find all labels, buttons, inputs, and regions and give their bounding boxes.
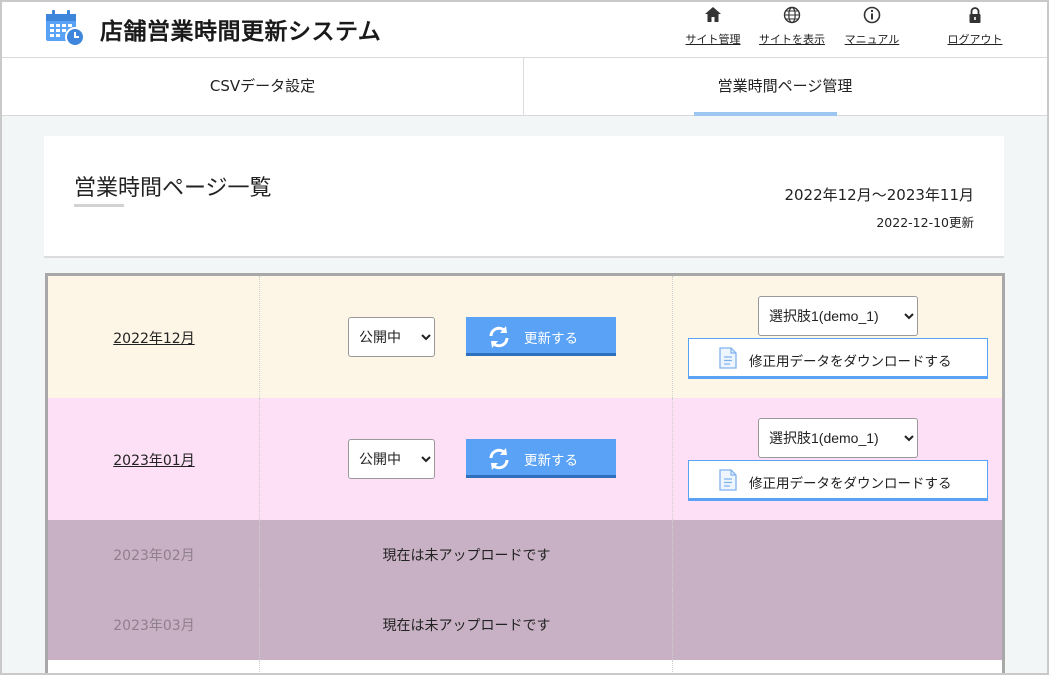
document-icon	[719, 469, 737, 491]
nav-site-admin[interactable]: サイト管理	[684, 6, 742, 50]
not-uploaded-message: 現在は未アップロードです	[382, 618, 551, 634]
download-cell: 選択肢1(demo_1) 修正用データをダウンロードする	[673, 276, 1002, 398]
download-edit-data-button[interactable]: 修正用データをダウンロードする	[688, 338, 988, 379]
nav-logout-label: ログアウト	[947, 33, 1003, 46]
status-cell: 現在は未アップロードです	[260, 590, 673, 660]
data-choice-select[interactable]: 選択肢1(demo_1)	[758, 418, 918, 458]
data-choice-select[interactable]: 選択肢1(demo_1)	[758, 296, 918, 336]
home-icon	[705, 7, 721, 22]
download-cell	[673, 590, 1002, 660]
update-button[interactable]: 更新する	[466, 439, 616, 478]
table-row: 2023年01月 公開中 更新する 選択肢1(demo_1) 修正用データをダウ…	[48, 398, 1002, 520]
tab-hours-page-management-label: 営業時間ページ管理	[717, 77, 853, 95]
status-select[interactable]: 公開中	[348, 317, 435, 357]
app-header: 店舗営業時間更新システム サイト管理 サイトを表示 マニュアル ログアウト	[2, 2, 1047, 58]
download-button-label: 修正用データをダウンロードする	[749, 476, 952, 492]
info-icon	[863, 6, 881, 24]
download-cell	[673, 660, 1002, 673]
tab-csv-settings[interactable]: CSVデータ設定	[2, 58, 524, 116]
globe-icon	[783, 6, 801, 24]
month-cell	[48, 660, 260, 673]
app-title: 店舗営業時間更新システム	[100, 19, 382, 45]
active-tab-indicator	[694, 112, 837, 116]
month-cell: 2023年02月	[48, 520, 260, 590]
table-row	[48, 660, 1002, 673]
status-select[interactable]: 公開中	[348, 439, 435, 479]
calendar-clock-icon	[46, 10, 85, 47]
tab-csv-settings-label: CSVデータ設定	[209, 77, 316, 95]
month-cell: 2023年03月	[48, 590, 260, 660]
nav-logout[interactable]: ログアウト	[946, 6, 1004, 50]
nav-manual[interactable]: マニュアル	[843, 6, 901, 50]
status-cell: 公開中 更新する	[260, 276, 673, 398]
table-row: 2023年02月 現在は未アップロードです	[48, 520, 1002, 590]
status-cell: 現在は未アップロードです	[260, 520, 673, 590]
download-cell	[673, 520, 1002, 590]
app-window: 店舗営業時間更新システム サイト管理 サイトを表示 マニュアル ログアウト CS…	[0, 0, 1049, 675]
page-header-card: 営業時間ページ一覧 2022年12月～2023年11月 2022-12-10更新	[44, 136, 1004, 258]
month-link[interactable]: 2023年01月	[48, 450, 260, 470]
nav-view-site[interactable]: サイトを表示	[757, 6, 827, 50]
document-icon	[719, 347, 737, 369]
title-underline	[74, 204, 124, 207]
month-cell: 2023年01月	[48, 398, 260, 520]
refresh-icon	[489, 326, 509, 348]
month-link[interactable]: 2022年12月	[48, 328, 260, 348]
table-row: 2023年03月 現在は未アップロードです	[48, 590, 1002, 660]
hours-page-table: 2022年12月 公開中 更新する 選択肢1(demo_1) 修正用データをダウ…	[45, 273, 1005, 673]
download-button-label: 修正用データをダウンロードする	[749, 354, 952, 370]
nav-manual-label: マニュアル	[844, 33, 900, 46]
nav-site-admin-label: サイト管理	[685, 33, 741, 46]
refresh-icon	[489, 448, 509, 470]
update-button-label: 更新する	[524, 331, 578, 347]
update-button-label: 更新する	[524, 453, 578, 469]
table-row: 2022年12月 公開中 更新する 選択肢1(demo_1) 修正用データをダウ…	[48, 276, 1002, 398]
download-cell: 選択肢1(demo_1) 修正用データをダウンロードする	[673, 398, 1002, 520]
nav-view-site-label: サイトを表示	[759, 33, 825, 46]
status-cell	[260, 660, 673, 673]
last-updated: 2022-12-10更新	[876, 215, 974, 230]
status-cell: 公開中 更新する	[260, 398, 673, 520]
not-uploaded-message: 現在は未アップロードです	[382, 548, 551, 564]
month-label: 2023年02月	[113, 548, 195, 564]
tab-bar: CSVデータ設定 営業時間ページ管理	[2, 58, 1047, 116]
date-range: 2022年12月～2023年11月	[784, 186, 974, 204]
lock-icon	[969, 7, 981, 23]
month-cell: 2022年12月	[48, 276, 260, 398]
tab-hours-page-management[interactable]: 営業時間ページ管理	[524, 58, 1046, 116]
download-edit-data-button[interactable]: 修正用データをダウンロードする	[688, 460, 988, 501]
update-button[interactable]: 更新する	[466, 317, 616, 356]
page-title: 営業時間ページ一覧	[74, 176, 272, 201]
month-label: 2023年03月	[113, 618, 195, 634]
